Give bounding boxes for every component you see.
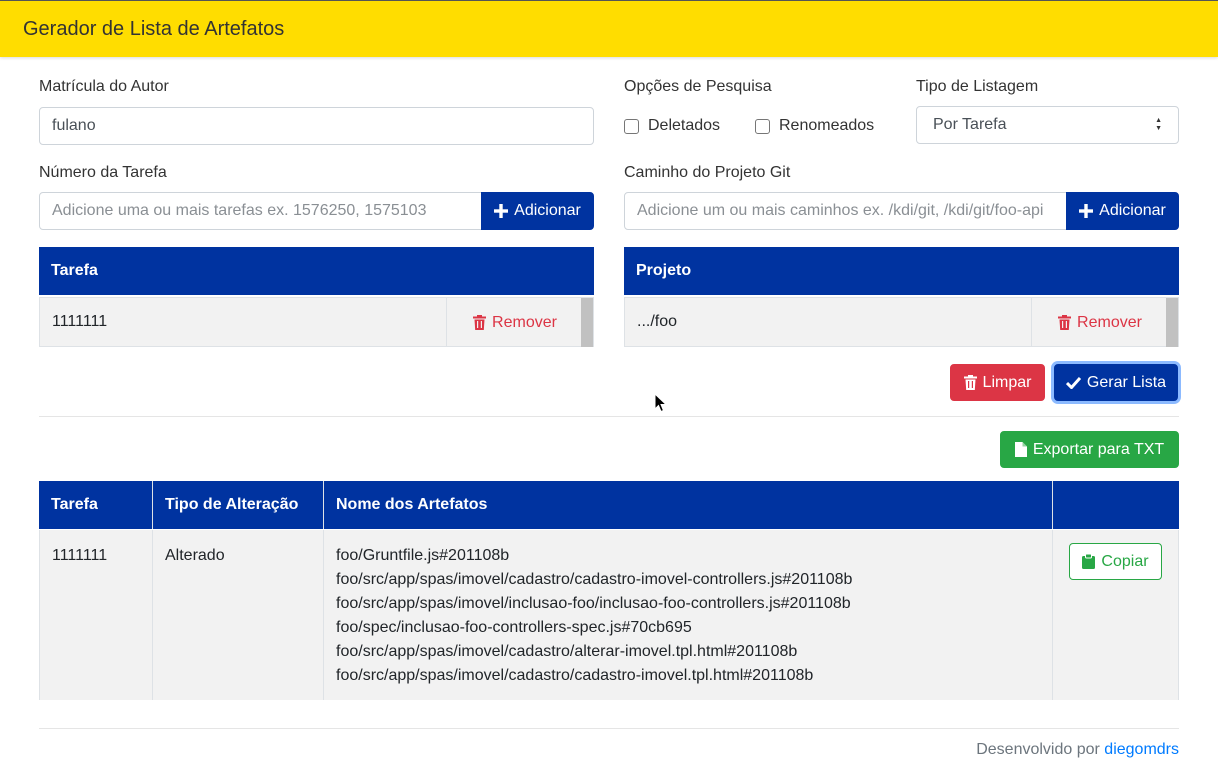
clear-label: Limpar — [982, 373, 1032, 391]
listing-type-value: Por Tarefa — [933, 116, 1007, 133]
deleted-checkbox-box[interactable] — [624, 118, 639, 134]
listing-type-label: Tipo de Listagem — [916, 78, 1039, 95]
result-change-type-cell: Alterado — [152, 530, 324, 700]
trash-icon — [1058, 315, 1072, 330]
artifact-line: foo/src/app/spas/imovel/cadastro/cadastr… — [336, 667, 814, 684]
artifact-line: foo/src/app/spas/imovel/cadastro/alterar… — [336, 643, 798, 660]
tasks-scrollbar[interactable] — [581, 298, 593, 347]
listing-type-select[interactable]: Por Tarefa ▲ ▼ — [916, 106, 1179, 144]
add-project-label: Adicionar — [1099, 202, 1166, 219]
add-task-button[interactable]: Adicionar — [481, 192, 594, 230]
git-path-input[interactable] — [624, 192, 1067, 230]
renamed-checkbox[interactable]: Renomeados — [755, 117, 874, 135]
generate-list-label: Gerar Lista — [1086, 373, 1167, 391]
task-row: 1111111 Remover — [39, 297, 594, 347]
author-label: Matrícula do Autor — [39, 78, 169, 95]
copy-label: Copiar — [1101, 552, 1149, 570]
result-artifacts-cell: foo/Gruntfile.js#201108b foo/src/app/spa… — [323, 530, 1053, 700]
clear-button[interactable]: Limpar — [950, 364, 1045, 401]
task-number-input[interactable] — [39, 192, 482, 230]
file-icon — [1014, 442, 1027, 457]
project-row: .../foo Remover — [624, 297, 1179, 347]
result-task-cell: 1111111 — [39, 530, 153, 700]
plus-icon — [1079, 204, 1094, 218]
results-header-artifacts: Nome dos Artefatos — [324, 481, 1053, 529]
check-icon — [1065, 376, 1081, 389]
tasks-table-header: Tarefa — [39, 247, 594, 295]
footer-author-link[interactable]: diegomdrs — [1104, 741, 1179, 758]
footer-divider — [39, 728, 1179, 729]
mouse-cursor-icon — [654, 393, 668, 413]
results-header-task: Tarefa — [39, 481, 153, 529]
result-task: 1111111 — [52, 547, 108, 564]
artifact-line: foo/spec/inclusao-foo-controllers-spec.j… — [336, 619, 692, 636]
clipboard-icon — [1082, 554, 1096, 569]
generate-list-button[interactable]: Gerar Lista — [1054, 364, 1178, 401]
author-input[interactable] — [39, 107, 594, 145]
results-header-actions — [1053, 481, 1179, 529]
artifact-line: foo/Gruntfile.js#201108b — [336, 547, 510, 564]
footer-text: Desenvolvido por — [976, 741, 1100, 758]
projects-table-header: Projeto — [624, 247, 1179, 295]
remove-task-label: Remover — [492, 313, 557, 331]
app-title: Gerador de Lista de Artefatos — [23, 18, 285, 40]
artifact-line: foo/src/app/spas/imovel/cadastro/cadastr… — [336, 571, 853, 588]
remove-project-button[interactable]: Remover — [1031, 298, 1168, 347]
result-change-type: Alterado — [165, 547, 225, 564]
select-arrows-icon: ▲ ▼ — [1155, 117, 1162, 132]
project-value: .../foo — [637, 313, 678, 330]
trash-icon — [473, 315, 487, 330]
search-options-label: Opções de Pesquisa — [624, 78, 772, 95]
projects-scrollbar[interactable] — [1166, 298, 1178, 347]
result-actions-cell: Copiar — [1052, 530, 1179, 700]
export-txt-button[interactable]: Exportar para TXT — [1000, 431, 1179, 468]
deleted-checkbox[interactable]: Deletados — [624, 117, 720, 135]
add-project-button[interactable]: Adicionar — [1066, 192, 1179, 230]
export-txt-label: Exportar para TXT — [1032, 440, 1165, 458]
git-path-label: Caminho do Projeto Git — [624, 164, 791, 181]
copy-button[interactable]: Copiar — [1069, 543, 1162, 580]
remove-task-button[interactable]: Remover — [446, 298, 583, 347]
deleted-checkbox-label: Deletados — [648, 117, 721, 134]
plus-icon — [494, 204, 509, 218]
task-number-label: Número da Tarefa — [39, 164, 167, 181]
remove-project-label: Remover — [1077, 313, 1142, 331]
trash-icon — [963, 375, 977, 390]
results-header-change-type: Tipo de Alteração — [153, 481, 324, 529]
navbar: Gerador de Lista de Artefatos — [0, 0, 1218, 57]
artifact-line: foo/src/app/spas/imovel/inclusao-foo/inc… — [336, 595, 851, 612]
renamed-checkbox-label: Renomeados — [779, 117, 875, 134]
add-task-label: Adicionar — [514, 202, 581, 219]
divider — [39, 416, 1179, 417]
footer: Desenvolvido por diegomdrs — [976, 741, 1179, 759]
task-value: 1111111 — [52, 313, 108, 330]
renamed-checkbox-box[interactable] — [755, 118, 770, 134]
